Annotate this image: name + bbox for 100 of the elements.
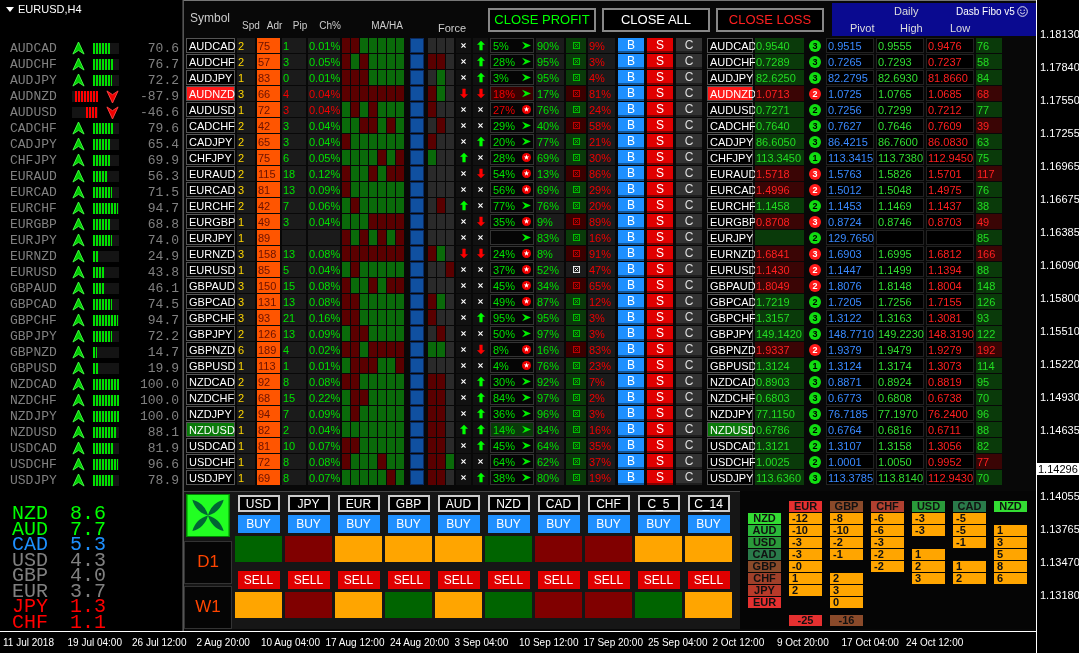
trade-button[interactable]: C bbox=[676, 326, 702, 341]
trade-button[interactable]: S bbox=[647, 166, 673, 181]
trade-button[interactable]: C bbox=[676, 38, 702, 53]
trade-button[interactable]: B bbox=[618, 326, 644, 341]
buy-button[interactable]: BUY bbox=[237, 515, 280, 533]
trade-button[interactable]: S bbox=[647, 182, 673, 197]
buy-button[interactable]: BUY bbox=[537, 515, 580, 533]
trade-button[interactable]: C bbox=[676, 470, 702, 485]
sell-button[interactable]: SELL bbox=[437, 571, 480, 589]
trade-button[interactable]: C bbox=[676, 390, 702, 405]
sell-button[interactable]: SELL bbox=[337, 571, 380, 589]
trade-button[interactable]: C bbox=[676, 86, 702, 101]
trade-button[interactable]: S bbox=[647, 86, 673, 101]
sell-button[interactable]: SELL bbox=[287, 571, 330, 589]
trade-button[interactable]: B bbox=[618, 230, 644, 245]
trade-button[interactable]: C bbox=[676, 134, 702, 149]
buy-button[interactable]: BUY bbox=[687, 515, 730, 533]
trade-button[interactable]: S bbox=[647, 374, 673, 389]
trade-button[interactable]: B bbox=[618, 262, 644, 277]
buy-button[interactable]: BUY bbox=[587, 515, 630, 533]
trade-button[interactable]: B bbox=[618, 214, 644, 229]
sell-button[interactable]: SELL bbox=[587, 571, 630, 589]
sell-button[interactable]: SELL bbox=[687, 571, 730, 589]
trade-button[interactable]: B bbox=[618, 454, 644, 469]
trade-button[interactable]: C bbox=[676, 166, 702, 181]
trade-button[interactable]: S bbox=[647, 198, 673, 213]
sell-button[interactable]: SELL bbox=[387, 571, 430, 589]
trade-button[interactable]: C bbox=[676, 246, 702, 261]
trade-button[interactable]: S bbox=[647, 118, 673, 133]
trade-button[interactable]: B bbox=[618, 374, 644, 389]
trade-button[interactable]: S bbox=[647, 134, 673, 149]
close-button[interactable]: CLOSE PROFIT bbox=[488, 7, 596, 32]
trade-button[interactable]: B bbox=[618, 102, 644, 117]
trade-button[interactable]: B bbox=[618, 310, 644, 325]
trade-button[interactable]: C bbox=[676, 214, 702, 229]
trade-button[interactable]: C bbox=[676, 150, 702, 165]
trade-button[interactable]: S bbox=[647, 454, 673, 469]
trade-button[interactable]: B bbox=[618, 342, 644, 357]
trade-button[interactable]: S bbox=[647, 294, 673, 309]
trade-button[interactable]: C bbox=[676, 454, 702, 469]
trade-button[interactable]: B bbox=[618, 246, 644, 261]
trade-button[interactable]: C bbox=[676, 262, 702, 277]
trade-button[interactable]: S bbox=[647, 342, 673, 357]
sell-button[interactable]: SELL bbox=[537, 571, 580, 589]
trade-button[interactable]: S bbox=[647, 70, 673, 85]
trade-button[interactable]: C bbox=[676, 278, 702, 293]
trade-button[interactable]: C bbox=[676, 54, 702, 69]
close-button[interactable]: CLOSE LOSS bbox=[716, 7, 824, 32]
trade-button[interactable]: B bbox=[618, 278, 644, 293]
trade-button[interactable]: C bbox=[676, 374, 702, 389]
buy-button[interactable]: BUY bbox=[337, 515, 380, 533]
trade-button[interactable]: S bbox=[647, 150, 673, 165]
trade-button[interactable]: C bbox=[676, 230, 702, 245]
trade-button[interactable]: S bbox=[647, 278, 673, 293]
trade-button[interactable]: S bbox=[647, 246, 673, 261]
trade-button[interactable]: S bbox=[647, 406, 673, 421]
trade-button[interactable]: B bbox=[618, 54, 644, 69]
buy-button[interactable]: BUY bbox=[487, 515, 530, 533]
buy-button[interactable]: BUY bbox=[287, 515, 330, 533]
trade-button[interactable]: B bbox=[618, 470, 644, 485]
trade-button[interactable]: B bbox=[618, 406, 644, 421]
sell-button[interactable]: SELL bbox=[637, 571, 680, 589]
trade-button[interactable]: S bbox=[647, 358, 673, 373]
trade-button[interactable]: B bbox=[618, 294, 644, 309]
trade-button[interactable]: C bbox=[676, 70, 702, 85]
close-button[interactable]: CLOSE ALL bbox=[602, 7, 710, 32]
dropdown-triangle-icon[interactable] bbox=[6, 6, 14, 12]
trade-button[interactable]: S bbox=[647, 38, 673, 53]
trade-button[interactable]: C bbox=[676, 198, 702, 213]
trade-button[interactable]: C bbox=[676, 438, 702, 453]
trade-button[interactable]: S bbox=[647, 102, 673, 117]
trade-button[interactable]: S bbox=[647, 438, 673, 453]
buy-button[interactable]: BUY bbox=[437, 515, 480, 533]
trade-button[interactable]: C bbox=[676, 342, 702, 357]
trade-button[interactable]: S bbox=[647, 310, 673, 325]
trade-button[interactable]: S bbox=[647, 230, 673, 245]
trade-button[interactable]: B bbox=[618, 38, 644, 53]
trade-button[interactable]: B bbox=[618, 198, 644, 213]
trade-button[interactable]: C bbox=[676, 406, 702, 421]
trade-button[interactable]: B bbox=[618, 166, 644, 181]
trade-button[interactable]: S bbox=[647, 390, 673, 405]
trade-button[interactable]: C bbox=[676, 310, 702, 325]
trade-button[interactable]: S bbox=[647, 54, 673, 69]
buy-button[interactable]: BUY bbox=[387, 515, 430, 533]
trade-button[interactable]: B bbox=[618, 438, 644, 453]
sell-button[interactable]: SELL bbox=[237, 571, 280, 589]
trade-button[interactable]: B bbox=[618, 134, 644, 149]
trade-button[interactable]: S bbox=[647, 214, 673, 229]
trade-button[interactable]: B bbox=[618, 422, 644, 437]
buy-button[interactable]: BUY bbox=[637, 515, 680, 533]
trade-button[interactable]: S bbox=[647, 262, 673, 277]
sell-button[interactable]: SELL bbox=[487, 571, 530, 589]
trade-button[interactable]: B bbox=[618, 70, 644, 85]
trade-button[interactable]: B bbox=[618, 182, 644, 197]
trade-button[interactable]: B bbox=[618, 150, 644, 165]
trade-button[interactable]: C bbox=[676, 358, 702, 373]
trade-button[interactable]: S bbox=[647, 422, 673, 437]
trade-button[interactable]: C bbox=[676, 294, 702, 309]
trade-button[interactable]: C bbox=[676, 422, 702, 437]
trade-button[interactable]: B bbox=[618, 118, 644, 133]
